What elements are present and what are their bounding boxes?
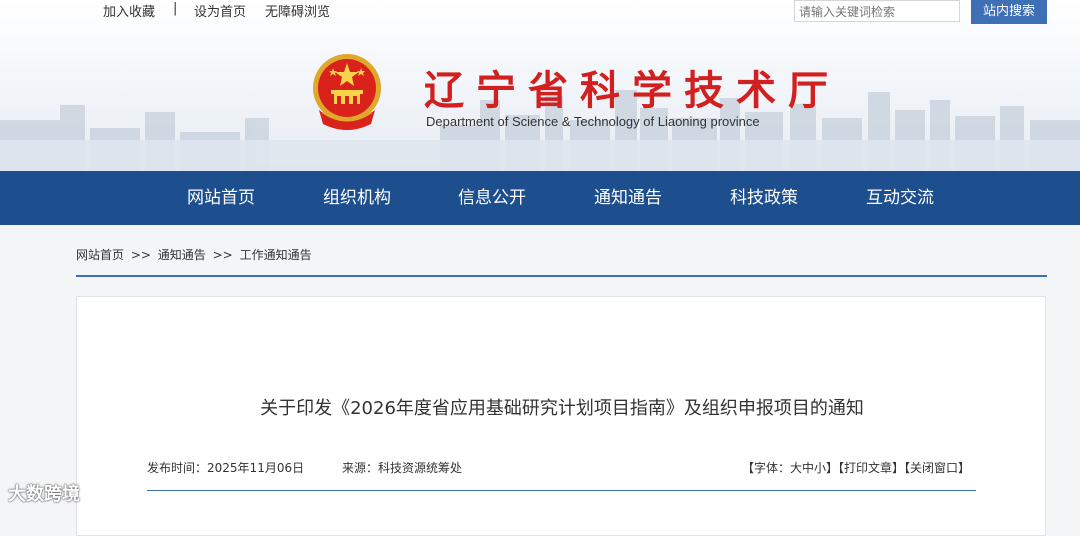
source-label: 来源： [342, 461, 379, 475]
watermark-logo: 大数跨境 [8, 484, 80, 505]
publish-date: 发布时间：2025年11月06日 [147, 459, 304, 476]
search-input[interactable] [795, 2, 959, 22]
breadcrumb-divider [76, 275, 1047, 277]
source-value: 科技资源统筹处 [378, 461, 463, 475]
site-subtitle: Department of Science & Technology of Li… [426, 114, 760, 129]
article-panel: 关于印发《2026年度省应用基础研究计划项目指南》及组织申报项目的通知 发布时间… [76, 296, 1046, 536]
nav-information-disclosure[interactable]: 信息公开 [442, 171, 542, 225]
breadcrumb: 网站首页 >> 通知通告 >> 工作通知通告 [76, 246, 315, 263]
site-title: 辽宁省科学技术厅 [424, 67, 840, 114]
breadcrumb-home[interactable]: 网站首页 [76, 248, 124, 262]
article-title: 关于印发《2026年度省应用基础研究计划项目指南》及组织申报项目的通知 [260, 398, 864, 419]
set-homepage-link[interactable]: 设为首页 [194, 1, 246, 20]
nav-home[interactable]: 网站首页 [171, 171, 271, 225]
nav-notices[interactable]: 通知通告 [578, 171, 678, 225]
meta-divider [147, 490, 976, 491]
search-box [794, 0, 960, 22]
article-source: 来源：科技资源统筹处 [342, 459, 462, 476]
accessible-browsing-link[interactable]: 无障碍浏览 [265, 1, 330, 20]
add-favorite-link[interactable]: 加入收藏 [103, 1, 155, 20]
top-link-separator: | [173, 1, 178, 16]
breadcrumb-separator: >> [212, 248, 233, 262]
article-tools[interactable]: 【字体：大中小】【打印文章】【关闭窗口】 [742, 459, 970, 476]
nav-policies[interactable]: 科技政策 [714, 171, 814, 225]
breadcrumb-work-notices[interactable]: 工作通知通告 [240, 248, 312, 262]
site-search-button[interactable]: 站内搜索 [971, 0, 1047, 24]
nav-interaction[interactable]: 互动交流 [850, 171, 950, 225]
site-header: 加入收藏 | 设为首页 无障碍浏览 站内搜索 辽宁省科学技术厅 Departme… [0, 0, 1080, 171]
main-navigation: 网站首页 组织机构 信息公开 通知通告 科技政策 互动交流 [0, 171, 1080, 225]
breadcrumb-separator: >> [130, 248, 151, 262]
publish-date-value: 2025年11月06日 [207, 461, 305, 475]
publish-date-label: 发布时间： [147, 461, 208, 475]
national-emblem-icon [313, 54, 381, 130]
breadcrumb-notices[interactable]: 通知通告 [158, 248, 206, 262]
nav-organization[interactable]: 组织机构 [307, 171, 407, 225]
